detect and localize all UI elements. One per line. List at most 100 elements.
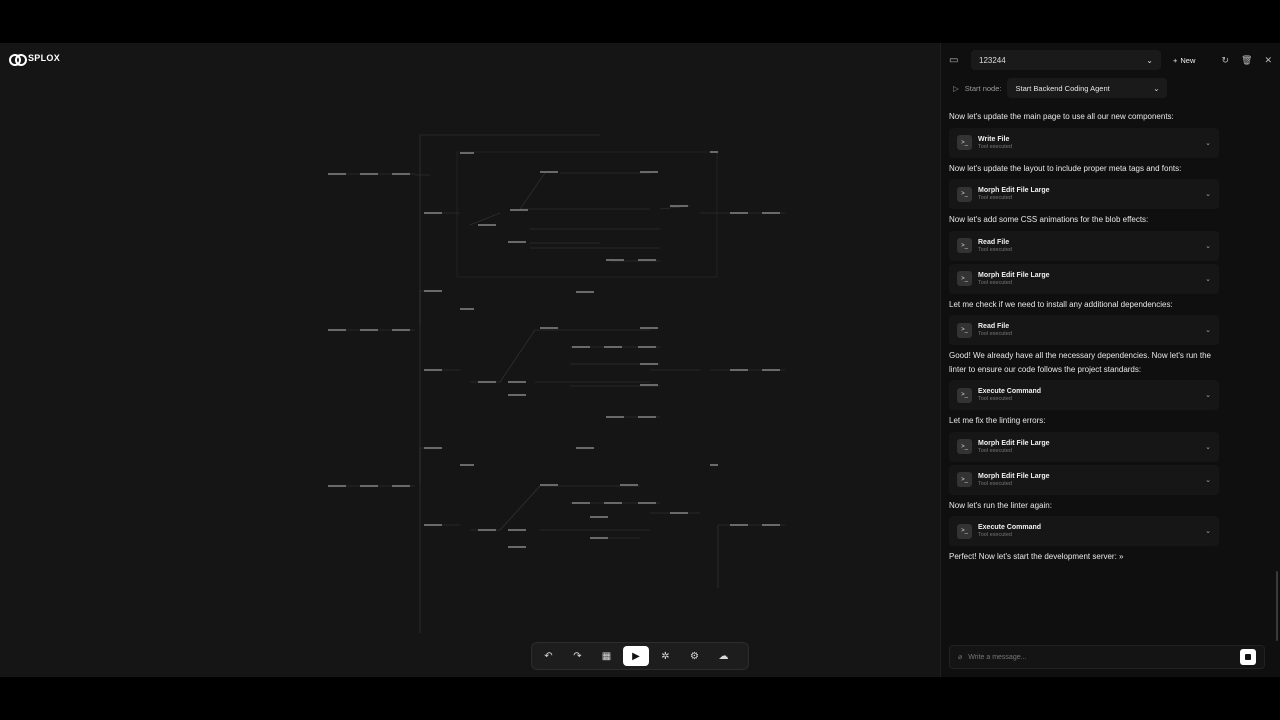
tool-info: Write File Tool executed xyxy=(978,136,1199,150)
tool-call-card[interactable]: >_ Morph Edit File Large Tool executed ⌄ xyxy=(949,464,1219,495)
tool-info: Morph Edit File Large Tool executed xyxy=(978,187,1199,201)
run-button[interactable]: ▶ xyxy=(623,646,649,666)
tool-info: Read File Tool executed xyxy=(978,323,1199,337)
bug-icon: ✲ xyxy=(661,650,670,662)
chat-select[interactable]: 123244 ⌄ xyxy=(971,50,1161,70)
start-node-value: Start Backend Coding Agent xyxy=(1015,83,1110,93)
chevron-down-icon[interactable]: ⌄ xyxy=(1205,476,1211,484)
grid-icon: ▦ xyxy=(601,650,612,662)
chevron-down-icon[interactable]: ⌄ xyxy=(1205,242,1211,250)
undo-button[interactable]: ↶ xyxy=(536,646,561,666)
trash-icon[interactable]: 🗑 xyxy=(1241,55,1252,66)
tool-status: Tool executed xyxy=(978,532,1012,538)
canvas-toolbar: ↶ ↷ ▦ ▶ ✲ ⚙ ☁ xyxy=(531,642,749,670)
workflow-graph xyxy=(328,134,785,633)
paperclip-icon[interactable]: ⌀ xyxy=(958,653,962,661)
stop-button[interactable] xyxy=(1240,649,1256,665)
chevron-down-icon[interactable]: ⌄ xyxy=(1205,275,1211,283)
tool-info: Execute Command Tool executed xyxy=(978,524,1199,538)
start-node-label: Start node: xyxy=(964,83,1002,93)
chevron-down-icon: ⌄ xyxy=(1153,83,1160,93)
assistant-message-text: Now let's add some CSS animations for th… xyxy=(949,215,1149,224)
run-icon: ▶ xyxy=(632,650,640,662)
chevron-down-icon[interactable]: ⌄ xyxy=(1205,443,1211,451)
terminal-icon: >_ xyxy=(957,387,972,403)
app-window: SPLOX ↶ ↷ ▦ ▶ ✲ ⚙ ☁ ▭ 123244 ⌄ + New ↻ 🗑… xyxy=(0,43,1280,677)
tool-call-card[interactable]: >_ Execute Command Tool executed ⌄ xyxy=(949,380,1219,410)
tool-call-card[interactable]: >_ Morph Edit File Large Tool executed ⌄ xyxy=(949,179,1219,209)
tool-name: Morph Edit File Large xyxy=(978,472,1050,480)
stop-icon xyxy=(1245,654,1251,660)
terminal-icon: >_ xyxy=(957,186,972,202)
play-icon: ▷ xyxy=(953,83,959,93)
assistant-message-text: Now let's run the linter again: xyxy=(949,500,1052,510)
terminal-icon: >_ xyxy=(957,439,972,454)
tool-call-card[interactable]: >_ Read File Tool executed ⌄ xyxy=(949,315,1219,345)
plus-icon: + xyxy=(1173,55,1178,65)
assistant-message-text: Now let's update the main page to use al… xyxy=(949,112,1174,121)
start-node-select[interactable]: Start Backend Coding Agent ⌄ xyxy=(1007,78,1168,98)
tool-status: Tool executed xyxy=(978,143,1012,150)
new-label: New xyxy=(1180,55,1196,65)
tool-info: Morph Edit File Large Tool executed xyxy=(978,272,1199,286)
chevron-down-icon: ⌄ xyxy=(1146,55,1153,65)
tool-info: Read File Tool executed xyxy=(978,239,1199,253)
terminal-icon: >_ xyxy=(957,322,972,338)
tool-status: Tool executed xyxy=(978,331,1012,337)
settings-icon: ⚙ xyxy=(690,650,699,662)
tool-call-card[interactable]: >_ Read File Tool executed ⌄ xyxy=(949,230,1219,261)
redo-button[interactable]: ↷ xyxy=(565,646,590,666)
message-input[interactable]: Write a message... xyxy=(968,654,1026,661)
workflow-canvas[interactable]: SPLOX ↶ ↷ ▦ ▶ ✲ ⚙ ☁ xyxy=(0,43,940,677)
chevron-down-icon[interactable]: ⌄ xyxy=(1205,527,1211,535)
letterbox-top xyxy=(0,0,1280,43)
assistant-message-text: Perfect! Now let's start the development… xyxy=(949,552,1124,561)
panel-header: ▭ 123244 ⌄ + New ↻ 🗑 ✕ xyxy=(941,43,1280,77)
message-input-bar[interactable]: ⌀ Write a message... xyxy=(949,645,1265,669)
tool-name: Write File xyxy=(978,135,1010,143)
new-chat-button[interactable]: + New xyxy=(1173,56,1195,65)
bug-button[interactable]: ✲ xyxy=(653,646,678,666)
tool-name: Execute Command xyxy=(978,524,1042,531)
refresh-icon[interactable]: ↻ xyxy=(1221,55,1229,66)
assistant-message-text: Let me fix the linting errors: xyxy=(949,416,1046,425)
tool-info: Morph Edit File Large Tool executed xyxy=(978,473,1199,487)
tool-name: Morph Edit File Large xyxy=(978,439,1050,447)
letterbox-bottom xyxy=(0,677,1280,720)
tool-status: Tool executed xyxy=(978,396,1012,402)
tool-name: Read File xyxy=(978,238,1010,246)
grid-button[interactable]: ▦ xyxy=(594,646,619,666)
tool-status: Tool executed xyxy=(978,195,1012,201)
tool-name: Read File xyxy=(978,323,1010,330)
tool-call-card[interactable]: >_ Write File Tool executed ⌄ xyxy=(949,127,1219,158)
tool-status: Tool executed xyxy=(978,480,1012,487)
cloud-upload-button[interactable]: ☁ xyxy=(711,646,736,666)
scrollbar[interactable] xyxy=(1276,571,1278,641)
header-actions: ↻ 🗑 ✕ xyxy=(1221,55,1272,66)
settings-button[interactable]: ⚙ xyxy=(682,646,707,666)
terminal-icon: >_ xyxy=(957,135,972,150)
tool-info: Execute Command Tool executed xyxy=(978,388,1199,402)
terminal-icon: >_ xyxy=(957,271,972,286)
chat-icon[interactable]: ▭ xyxy=(949,55,963,66)
assistant-message-text: Let me check if we need to install any a… xyxy=(949,299,1173,309)
tool-name: Morph Edit File Large xyxy=(978,187,1050,194)
chevron-down-icon[interactable]: ⌄ xyxy=(1205,326,1211,334)
close-icon[interactable]: ✕ xyxy=(1264,55,1272,66)
tool-status: Tool executed xyxy=(978,279,1012,286)
tool-call-card[interactable]: >_ Morph Edit File Large Tool executed ⌄ xyxy=(949,263,1219,294)
chat-id: 123244 xyxy=(979,55,1006,65)
chat-panel: ▭ 123244 ⌄ + New ↻ 🗑 ✕ ▷ Start node: Sta… xyxy=(940,43,1280,677)
message-list: Now let's update the main page to use al… xyxy=(949,106,1219,568)
chevron-down-icon[interactable]: ⌄ xyxy=(1205,139,1211,147)
chevron-down-icon[interactable]: ⌄ xyxy=(1205,190,1211,198)
tool-call-card[interactable]: >_ Morph Edit File Large Tool executed ⌄ xyxy=(949,431,1219,462)
tool-call-card[interactable]: >_ Execute Command Tool executed ⌄ xyxy=(949,516,1219,546)
cloud-upload-icon: ☁ xyxy=(718,650,729,662)
undo-icon: ↶ xyxy=(544,650,553,662)
assistant-message-text: Good! We already have all the necessary … xyxy=(949,351,1211,374)
chevron-down-icon[interactable]: ⌄ xyxy=(1205,391,1211,399)
terminal-icon: >_ xyxy=(957,523,972,539)
tool-name: Morph Edit File Large xyxy=(978,271,1050,279)
redo-icon: ↷ xyxy=(573,650,582,662)
